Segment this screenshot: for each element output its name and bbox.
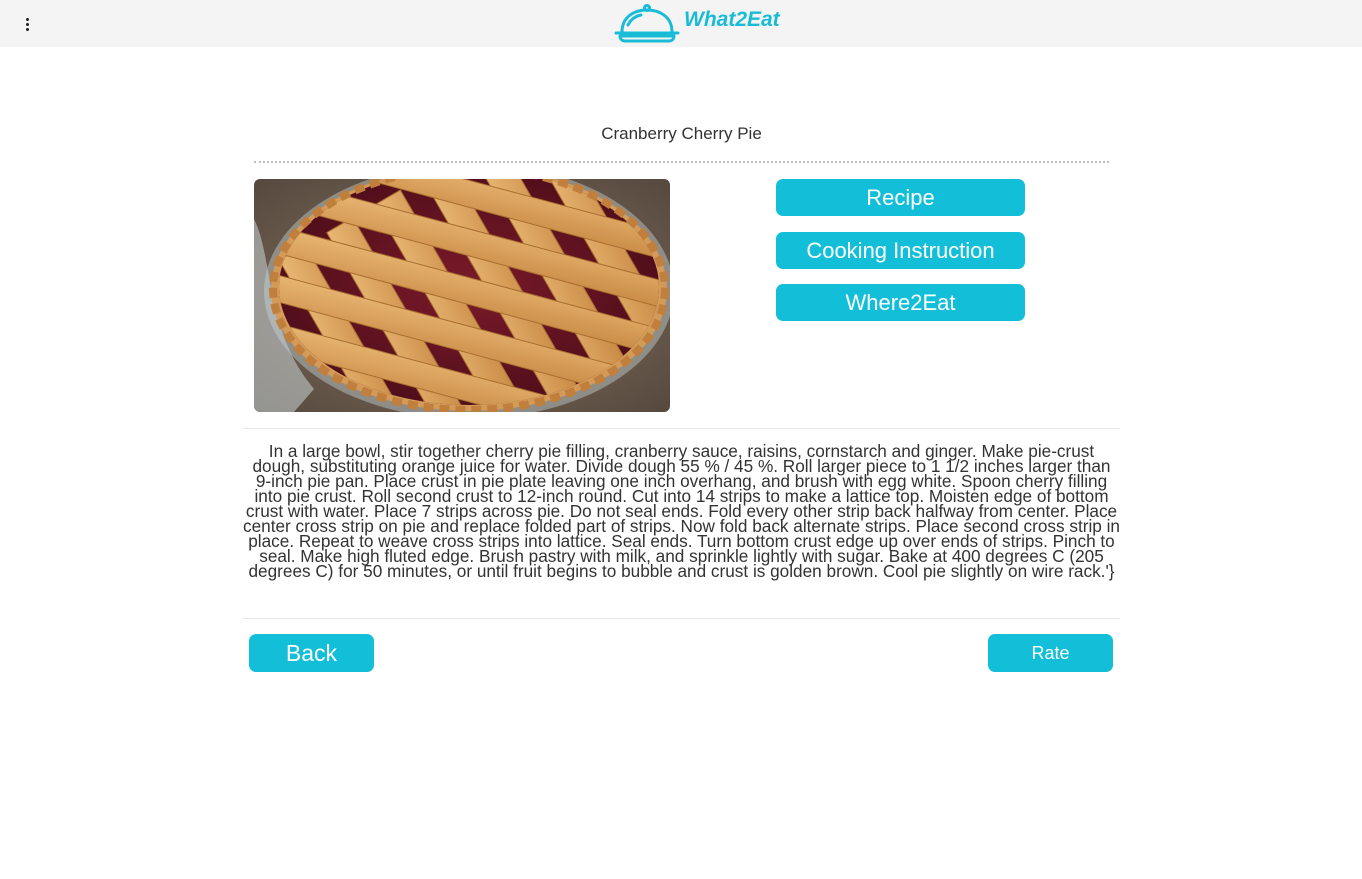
recipe-button[interactable]: Recipe — [776, 179, 1025, 216]
cooking-instruction-button[interactable]: Cooking Instruction — [776, 232, 1025, 269]
recipe-image — [254, 179, 670, 412]
footer-divider — [243, 618, 1120, 619]
app-logo[interactable]: What2Eat — [614, 3, 780, 45]
where2eat-button[interactable]: Where2Eat — [776, 284, 1025, 321]
app-name: What2Eat — [684, 8, 780, 31]
serving-cloche-icon — [614, 4, 680, 43]
menu-dot — [25, 22, 29, 26]
recipe-title: Cranberry Cherry Pie — [601, 124, 762, 143]
menu-dot — [25, 27, 29, 31]
cooking-instructions-text: In a large bowl, stir together cherry pi… — [243, 441, 1120, 581]
back-button[interactable]: Back — [249, 634, 374, 672]
menu-dot — [25, 17, 29, 21]
pie-illustration — [254, 179, 670, 412]
title-divider — [254, 161, 1109, 163]
content-divider — [243, 428, 1120, 429]
more-vertical-icon[interactable] — [17, 12, 37, 36]
top-bar: What2Eat — [0, 0, 1362, 47]
rate-button[interactable]: Rate — [988, 634, 1113, 672]
